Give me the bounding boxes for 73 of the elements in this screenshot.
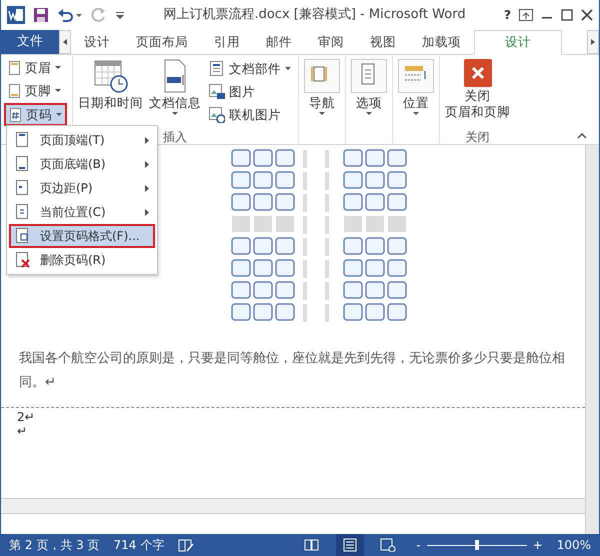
- ribbon-dropdown-button[interactable]: 导航: [302, 57, 342, 128]
- zoom-out-button[interactable]: -: [416, 536, 421, 554]
- scroll-right-icon[interactable]: [587, 30, 599, 54]
- menu-item[interactable]: 删除页码(R): [9, 248, 155, 272]
- proofing-book-icon[interactable]: [178, 538, 194, 552]
- collapse-ribbon-icon[interactable]: [577, 133, 587, 139]
- navigation-icon: [304, 59, 340, 93]
- word-count[interactable]: 714 个字: [114, 536, 164, 554]
- horizontal-scrollbar[interactable]: [1, 498, 585, 514]
- ribbon-dropdown-button[interactable]: 文档信息: [147, 57, 203, 128]
- close-icon: [464, 59, 492, 87]
- vertical-scrollbar[interactable]: [585, 145, 599, 534]
- options-icon: [351, 59, 387, 93]
- zoom-in-button[interactable]: +: [532, 536, 543, 554]
- scroll-left-icon[interactable]: [59, 30, 71, 54]
- ribbon-tab[interactable]: 设计: [474, 30, 562, 55]
- ribbon-dropdown-button[interactable]: 选项: [349, 57, 389, 128]
- footer-icon: [8, 84, 21, 98]
- maximize-icon[interactable]: [561, 9, 573, 21]
- ribbon-tab[interactable]: 审阅: [305, 30, 357, 54]
- menu-item[interactable]: 页面顶端(T): [9, 128, 155, 152]
- page-number-icon: [15, 204, 30, 220]
- word-logo-icon[interactable]: [7, 6, 25, 24]
- ribbon-tab[interactable]: 视图: [357, 30, 409, 54]
- ribbon-dropdown-button[interactable]: 文档部件: [205, 58, 295, 79]
- header-icon: [8, 60, 21, 74]
- document-parts-icon: [209, 60, 225, 76]
- undo-icon[interactable]: [57, 7, 83, 23]
- menu-item[interactable]: 页面底端(B): [9, 152, 155, 176]
- page-top-icon: [15, 132, 30, 148]
- ribbon-dropdown-button[interactable]: 页码: [4, 103, 67, 126]
- page-bottom-icon: [15, 156, 30, 172]
- ribbon-dropdown-button[interactable]: 页眉: [4, 57, 65, 78]
- web-layout-icon: [380, 538, 396, 552]
- ribbon-tab[interactable]: 页面布局: [123, 30, 201, 54]
- page-number: 2↵: [17, 410, 35, 424]
- menu-item[interactable]: 当前位置(C): [9, 200, 155, 224]
- paragraph-mark: ↵: [17, 424, 28, 438]
- ribbon-button[interactable]: 联机图片: [205, 104, 295, 125]
- menu-item[interactable]: 页边距(P): [9, 176, 155, 200]
- format-icon: [15, 228, 30, 244]
- ribbon-display-icon[interactable]: [519, 9, 533, 21]
- picture-icon: [209, 84, 225, 100]
- page-count[interactable]: 第 2 页，共 3 页: [9, 536, 100, 554]
- view-button[interactable]: [336, 534, 364, 556]
- paragraph: 我国各个航空公司的原则是，只要是同等舱位，座位就是先到先得，无论票价多少只要是舱位相同。↵: [18, 350, 566, 392]
- page-number-icon: [9, 108, 22, 122]
- menu-item[interactable]: 设置页码格式(F)...: [9, 224, 155, 248]
- zoom-thumb[interactable]: [474, 540, 479, 550]
- zoom-level[interactable]: 100%: [556, 536, 591, 554]
- ribbon-button[interactable]: 图片: [205, 81, 295, 102]
- window-title: 网上订机票流程.docx [兼容模式] - Microsoft Word: [162, 6, 467, 24]
- group-label: 插入: [163, 129, 187, 144]
- read-mode-icon: [304, 538, 320, 552]
- ribbon-dropdown-button[interactable]: 位置: [396, 57, 436, 128]
- page-margin-icon: [15, 180, 30, 196]
- ribbon-tab[interactable]: 加载项: [409, 30, 474, 54]
- group-label: 关闭: [464, 129, 490, 144]
- calendar-clock-icon: [94, 59, 128, 93]
- ribbon-tab[interactable]: 设计: [71, 30, 123, 54]
- customize-icon[interactable]: [115, 10, 125, 20]
- ribbon-tab[interactable]: 邮件: [253, 30, 305, 54]
- delete-icon: [15, 252, 30, 268]
- position-icon: [398, 59, 434, 93]
- save-icon[interactable]: [33, 7, 49, 23]
- ribbon-dropdown-button[interactable]: 页脚: [4, 80, 65, 101]
- close-icon[interactable]: [581, 9, 593, 21]
- online-picture-icon: [209, 106, 225, 122]
- file-tab[interactable]: 文件: [1, 30, 59, 54]
- help-button[interactable]: ?: [504, 6, 511, 24]
- close-header-footer-button[interactable]: 关闭 页眉和页脚: [443, 57, 512, 128]
- print-layout-icon: [342, 538, 358, 552]
- ribbon-tab[interactable]: 引用: [201, 30, 253, 54]
